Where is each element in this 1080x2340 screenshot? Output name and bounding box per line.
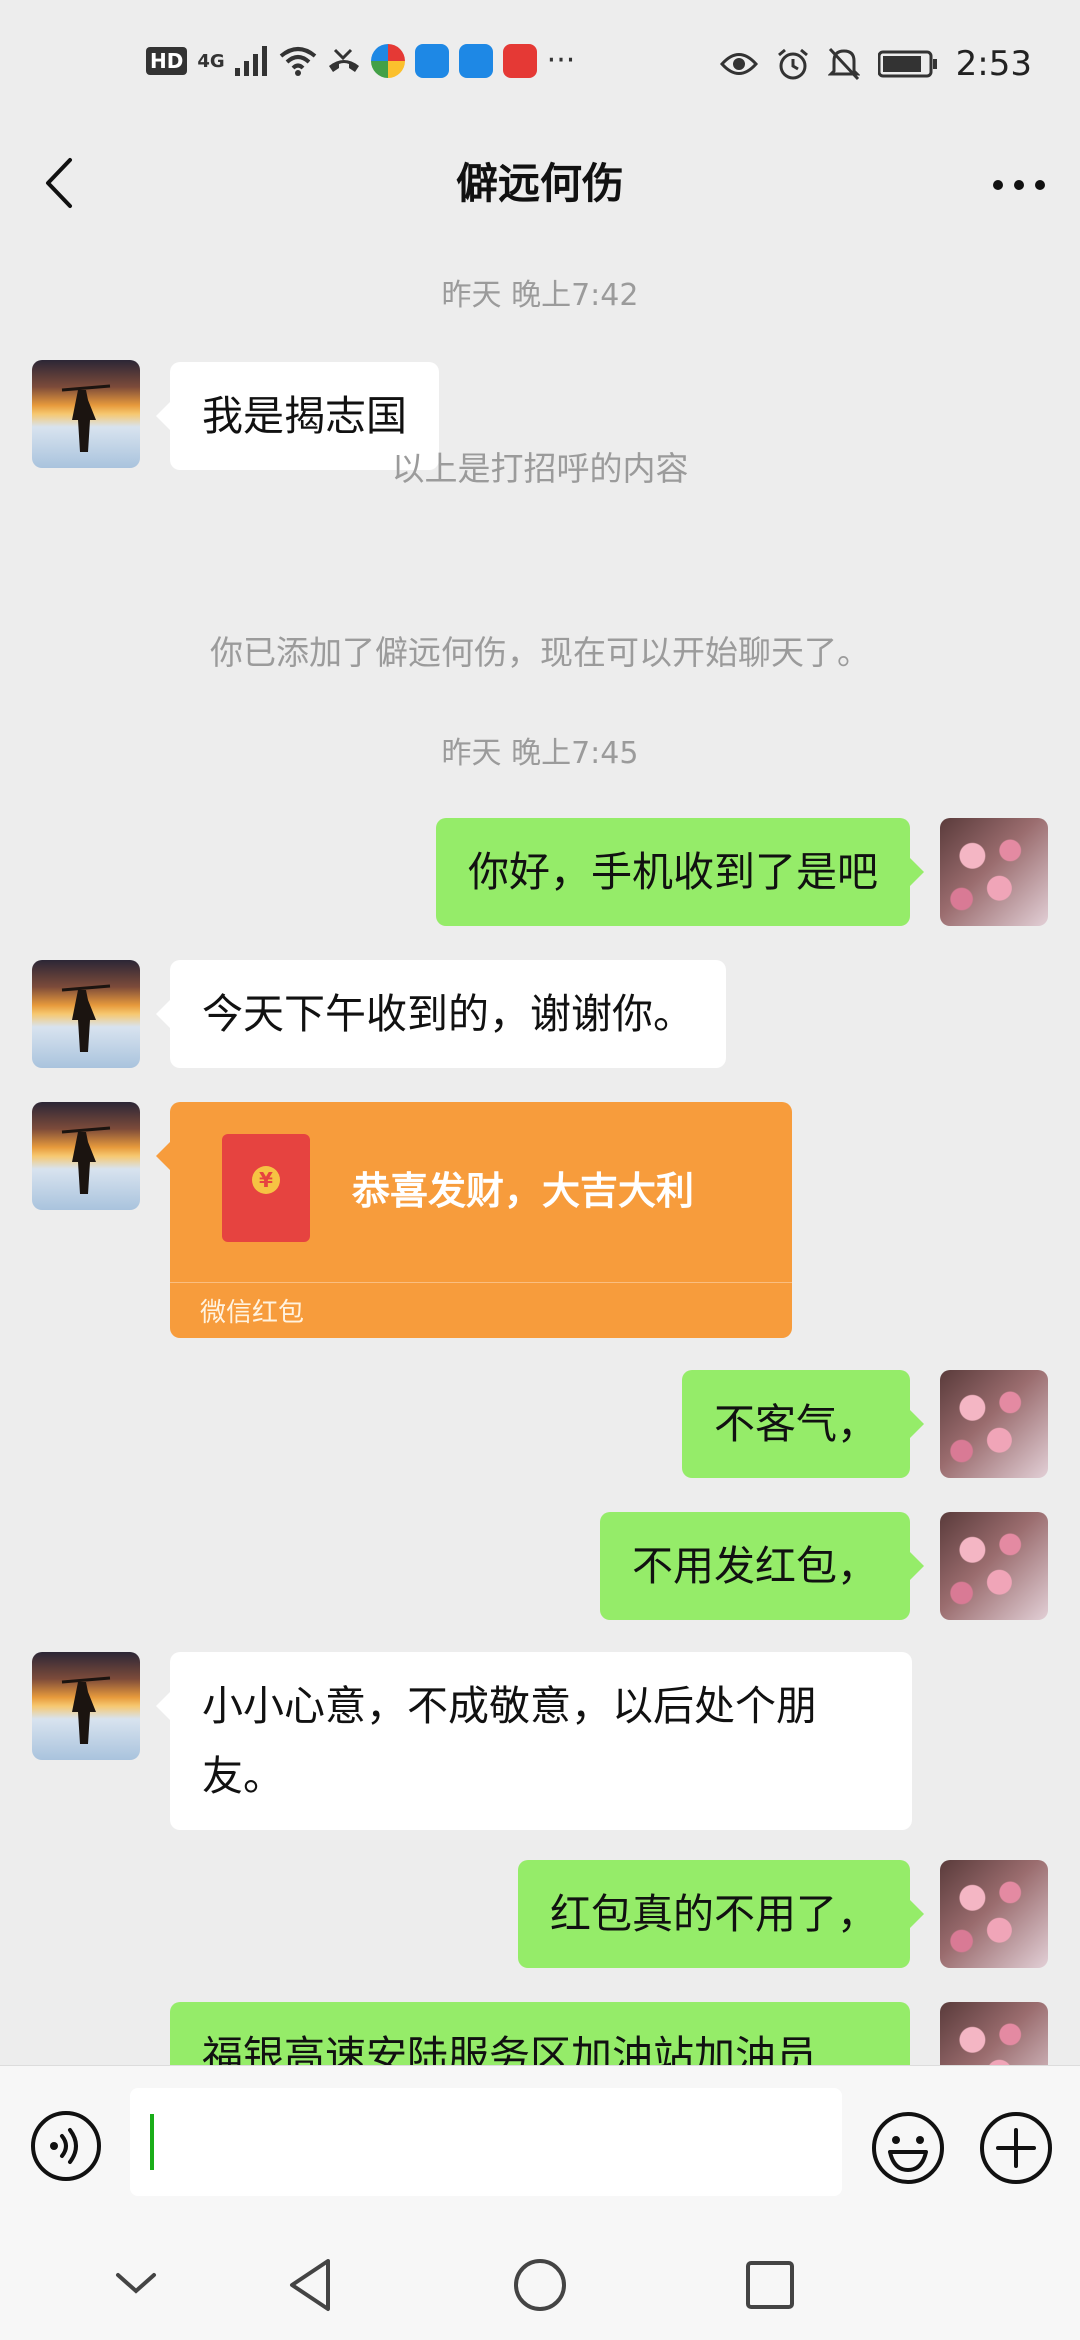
message-timestamp: 昨天 晚上7:45 [441,736,639,771]
contact-avatar[interactable] [32,1102,140,1210]
divider [170,1282,792,1283]
status-right-icons: 2:53 [719,44,1032,84]
voice-icon[interactable] [30,2110,102,2182]
more-notifications-icon: ··· [546,43,576,78]
outgoing-message[interactable]: 不客气， [682,1370,924,1478]
yuan-coin-icon: ¥ [252,1166,280,1194]
wifi-icon [279,47,316,76]
app-notification-icon [370,44,405,78]
clock: 2:53 [955,44,1032,84]
emoji-icon[interactable] [870,2110,946,2186]
status-bar: HD 4G ··· 2:53 [0,0,1080,130]
status-left-icons: HD 4G ··· [146,44,575,78]
more-icon[interactable] [984,150,1054,220]
red-packet-message[interactable]: ¥ 恭喜发财，大吉大利 微信红包 [156,1102,792,1338]
nav-recents-icon[interactable] [742,2255,798,2315]
eye-icon [719,53,758,75]
contact-avatar[interactable] [32,960,140,1068]
message-line: 友。 [202,1752,284,1800]
signal-icon [234,46,267,76]
message-list[interactable]: 昨天 晚上7:42 我是揭志国 以上是打招呼的内容 你已添加了僻远何伤，现在可以… [0,240,1080,2065]
plus-icon[interactable] [978,2110,1054,2186]
nav-back-icon[interactable] [282,2255,338,2315]
app-notification-icon [414,44,449,78]
system-navigation-bar [0,2235,1080,2340]
chat-header: 僻远何伤 [0,130,1080,240]
page-title: 僻远何伤 [455,159,624,208]
outgoing-message[interactable]: 红包真的不用了， [518,1860,924,1968]
message-input[interactable] [130,2088,842,2196]
alarm-icon [777,48,808,80]
contact-avatar[interactable] [32,1652,140,1760]
my-avatar[interactable] [940,1860,1048,1968]
nav-collapse-icon[interactable] [108,2255,164,2311]
system-note: 以上是打招呼的内容 [391,449,689,488]
red-packet-title: 恭喜发财，大吉大利 [352,1169,695,1213]
app-notification-icon [502,44,537,78]
outgoing-message[interactable]: 不用发红包， [600,1512,924,1620]
input-bar [0,2065,1080,2236]
missed-call-icon [328,48,359,72]
text-cursor [150,2114,154,2170]
red-envelope-icon: ¥ [222,1134,310,1242]
outgoing-message[interactable]: 福银高速安陆服务区加油站加油员 [170,2002,910,2065]
incoming-message[interactable]: 小小心意，不成敬意，以后处个朋 友。 [156,1652,912,1830]
my-avatar[interactable] [940,1370,1048,1478]
red-packet-label: 微信红包 [200,1298,305,1328]
my-avatar[interactable] [940,1512,1048,1620]
my-avatar[interactable] [940,2002,1048,2065]
hd-indicator: HD [146,47,188,75]
battery-icon [877,50,937,78]
system-note: 你已添加了僻远何伤，现在可以开始聊天了。 [210,633,870,672]
incoming-message[interactable]: 今天下午收到的，谢谢你。 [156,960,726,1068]
message-line: 小小心意，不成敬意，以后处个朋 [202,1682,817,1730]
network-type: 4G [197,50,225,72]
app-notification-icon [458,44,493,78]
outgoing-message[interactable]: 你好，手机收到了是吧 [436,818,924,926]
mute-icon [827,47,860,81]
nav-home-icon[interactable] [512,2255,568,2315]
my-avatar[interactable] [940,818,1048,926]
message-timestamp: 昨天 晚上7:42 [441,278,639,313]
